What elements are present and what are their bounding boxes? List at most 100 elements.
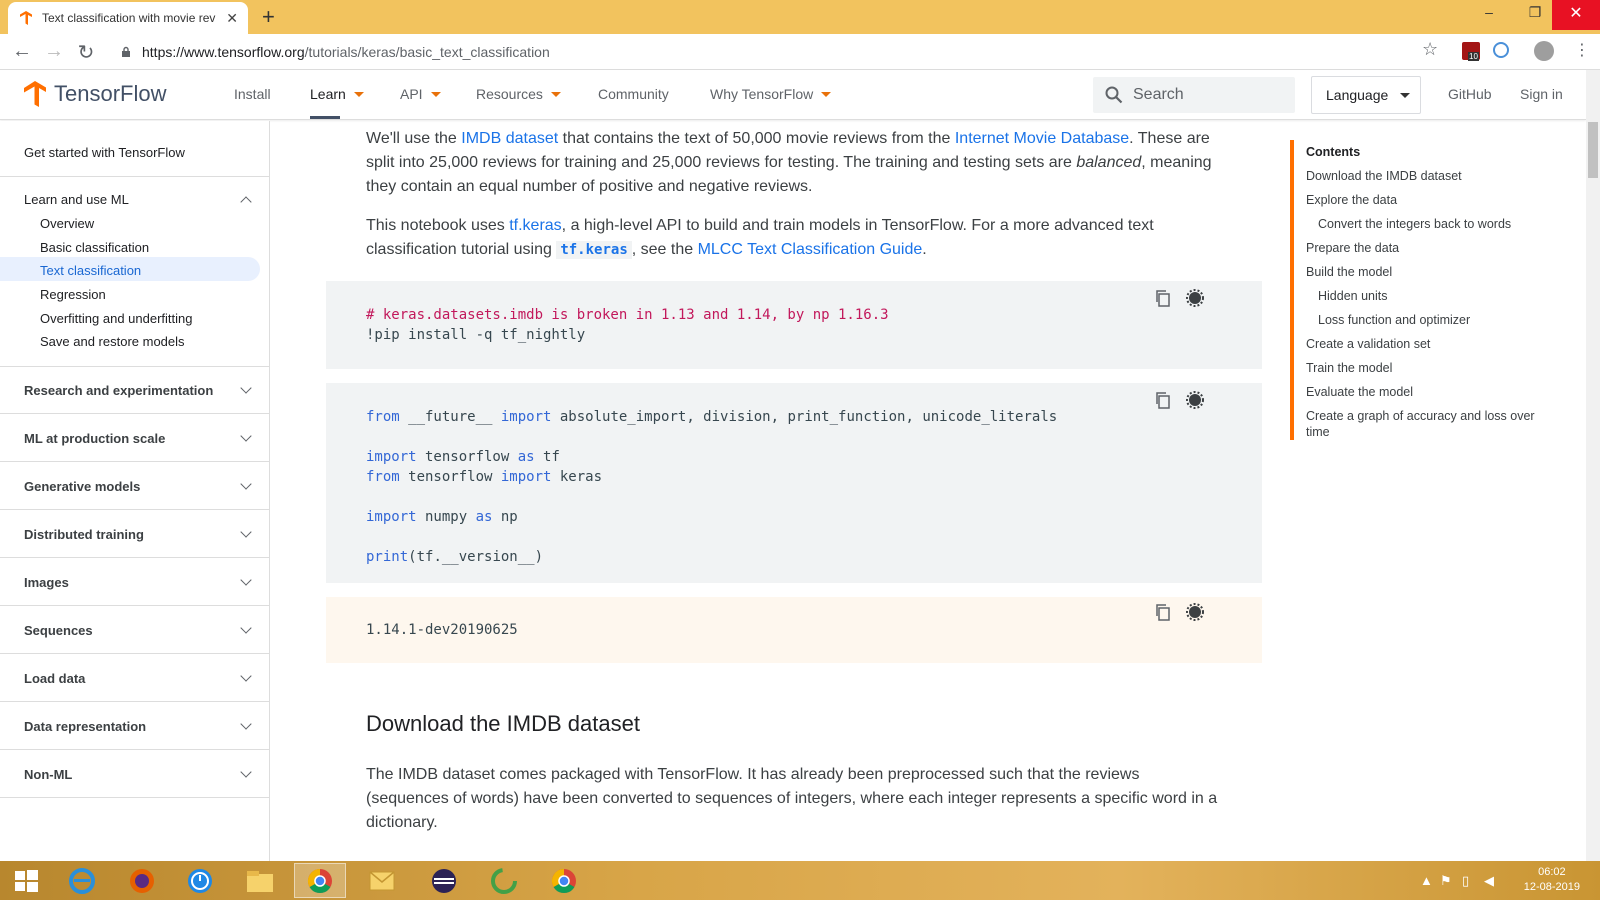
chevron-down-icon[interactable] <box>240 574 252 586</box>
sidebar-section-sequences[interactable]: Sequences <box>24 623 93 638</box>
copy-icon[interactable] <box>1154 391 1172 409</box>
divider <box>0 461 269 462</box>
file-explorer-icon[interactable] <box>234 863 286 898</box>
toc-item[interactable]: Hidden units <box>1306 284 1550 308</box>
theme-toggle-icon[interactable] <box>1186 391 1204 409</box>
sidebar-section-images[interactable]: Images <box>24 575 69 590</box>
firefox-icon[interactable] <box>116 863 168 898</box>
tensorflow-logo[interactable]: TensorFlow <box>22 80 166 108</box>
language-select[interactable]: Language <box>1311 76 1421 114</box>
system-clock[interactable]: 06:02 12-08-2019 <box>1524 865 1580 895</box>
toc-item[interactable]: Create a validation set <box>1306 332 1550 356</box>
theme-toggle-icon[interactable] <box>1186 289 1204 307</box>
chevron-down-icon[interactable] <box>240 430 252 442</box>
nav-community[interactable]: Community <box>598 86 669 102</box>
nav-resources[interactable]: Resources <box>476 86 561 102</box>
code-block-pip: # keras.datasets.imdb is broken in 1.13 … <box>326 281 1262 369</box>
toc-item[interactable]: Download the IMDB dataset <box>1306 164 1550 188</box>
url-host: https://www.tensorflow.org <box>142 44 305 60</box>
window-close-icon[interactable]: ✕ <box>1552 0 1600 30</box>
tray-up-arrow-icon[interactable]: ▲ <box>1420 873 1433 888</box>
toc-item[interactable]: Prepare the data <box>1306 236 1550 260</box>
sidebar-section-production[interactable]: ML at production scale <box>24 431 165 446</box>
sidebar-item-regression[interactable]: Regression <box>40 287 106 302</box>
sidebar-section-non-ml[interactable]: Non-ML <box>24 767 72 782</box>
clock-date: 12-08-2019 <box>1523 881 1580 893</box>
sidebar-item-overview[interactable]: Overview <box>40 216 94 231</box>
toc-item[interactable]: Explore the data <box>1306 188 1550 212</box>
sidebar-section-load-data[interactable]: Load data <box>24 671 85 686</box>
browser-tab-bar: Text classification with movie rev ✕ + –… <box>0 0 1600 34</box>
imdb-dataset-link[interactable]: IMDB dataset <box>461 130 558 147</box>
page-scrollbar[interactable] <box>1586 70 1600 861</box>
extension-circle-icon[interactable] <box>1493 42 1509 58</box>
sidebar-section-data-representation[interactable]: Data representation <box>24 719 146 734</box>
toc-title: Contents <box>1306 145 1361 159</box>
chevron-down-icon[interactable] <box>240 718 252 730</box>
github-link[interactable]: GitHub <box>1448 86 1492 102</box>
nav-learn[interactable]: Learn <box>310 86 364 102</box>
clock-app-icon[interactable] <box>174 863 226 898</box>
forward-icon[interactable]: → <box>42 40 66 63</box>
chevron-down-icon[interactable] <box>240 766 252 778</box>
mlcc-guide-link[interactable]: MLCC Text Classification Guide <box>698 241 923 258</box>
tf-keras-link[interactable]: tf.keras <box>509 217 561 234</box>
new-tab-icon[interactable]: + <box>262 4 275 30</box>
sidebar-section-learn[interactable]: Learn and use ML <box>24 192 129 207</box>
tab-close-icon[interactable]: ✕ <box>226 10 238 27</box>
chevron-up-icon[interactable] <box>240 196 252 208</box>
sidebar-item-save-restore[interactable]: Save and restore models <box>40 334 185 349</box>
toc-item[interactable]: Create a graph of accuracy and loss over… <box>1306 404 1550 440</box>
back-icon[interactable]: ← <box>10 40 34 63</box>
copy-icon[interactable] <box>1154 603 1172 621</box>
windows-start-icon[interactable] <box>0 863 52 898</box>
sidebar-section-research[interactable]: Research and experimentation <box>24 383 213 398</box>
nav-api[interactable]: API <box>400 86 441 102</box>
copy-icon[interactable] <box>1154 289 1172 307</box>
tray-flag-icon[interactable]: ⚑ <box>1440 873 1452 889</box>
outlook-icon[interactable] <box>356 863 408 898</box>
profile-avatar-icon[interactable] <box>1534 41 1554 61</box>
sidebar-item-get-started[interactable]: Get started with TensorFlow <box>24 145 185 160</box>
sign-in-link[interactable]: Sign in <box>1520 86 1563 102</box>
browser-tab[interactable]: Text classification with movie rev ✕ <box>8 2 248 34</box>
chevron-down-icon[interactable] <box>240 622 252 634</box>
internet-explorer-icon[interactable] <box>56 863 108 898</box>
bookmark-star-icon[interactable]: ☆ <box>1422 39 1438 60</box>
nav-why-tensorflow[interactable]: Why TensorFlow <box>710 86 832 102</box>
reload-icon[interactable]: ↻ <box>74 40 98 65</box>
restore-icon[interactable]: ❐ <box>1520 4 1550 21</box>
loading-app-icon[interactable] <box>478 863 530 898</box>
chevron-down-icon[interactable] <box>240 478 252 490</box>
sidebar-section-distributed[interactable]: Distributed training <box>24 527 144 542</box>
search-input[interactable]: Search <box>1093 77 1295 113</box>
chevron-down-icon[interactable] <box>240 670 252 682</box>
code-comment: # keras.datasets.imdb is broken in 1.13 … <box>366 307 889 323</box>
eclipse-icon[interactable] <box>418 863 470 898</box>
chrome-second-icon[interactable] <box>538 863 590 898</box>
sidebar-item-basic-classification[interactable]: Basic classification <box>40 240 149 255</box>
toc-item[interactable]: Convert the integers back to words <box>1306 212 1550 236</box>
sidebar-item-text-classification[interactable]: Text classification <box>40 263 141 278</box>
theme-toggle-icon[interactable] <box>1186 603 1204 621</box>
toc-item[interactable]: Evaluate the model <box>1306 380 1550 404</box>
scrollbar-thumb[interactable] <box>1588 122 1598 178</box>
toc-item[interactable]: Loss function and optimizer <box>1306 308 1550 332</box>
chevron-down-icon[interactable] <box>240 526 252 538</box>
extension-calendar-icon[interactable]: 10 <box>1462 42 1480 61</box>
brand-name: TensorFlow <box>54 81 167 106</box>
chevron-down-icon[interactable] <box>240 382 252 394</box>
sidebar-section-generative[interactable]: Generative models <box>24 479 140 494</box>
toc-item[interactable]: Build the model <box>1306 260 1550 284</box>
chrome-menu-icon[interactable]: ⋮ <box>1574 40 1590 60</box>
imdb-website-link[interactable]: Internet Movie Database <box>955 130 1129 147</box>
nav-install[interactable]: Install <box>234 86 271 102</box>
sidebar-item-overfitting[interactable]: Overfitting and underfitting <box>40 311 192 326</box>
minimize-icon[interactable]: – <box>1474 4 1504 20</box>
chrome-taskbar-icon[interactable] <box>294 863 346 898</box>
url-input[interactable]: https://www.tensorflow.org/tutorials/ker… <box>110 38 1450 66</box>
toc-item[interactable]: Train the model <box>1306 356 1550 380</box>
tray-volume-muted-icon[interactable]: ◀ <box>1484 873 1494 889</box>
caret-down-icon <box>1400 92 1411 98</box>
tray-network-icon[interactable]: ▯ <box>1462 873 1469 889</box>
